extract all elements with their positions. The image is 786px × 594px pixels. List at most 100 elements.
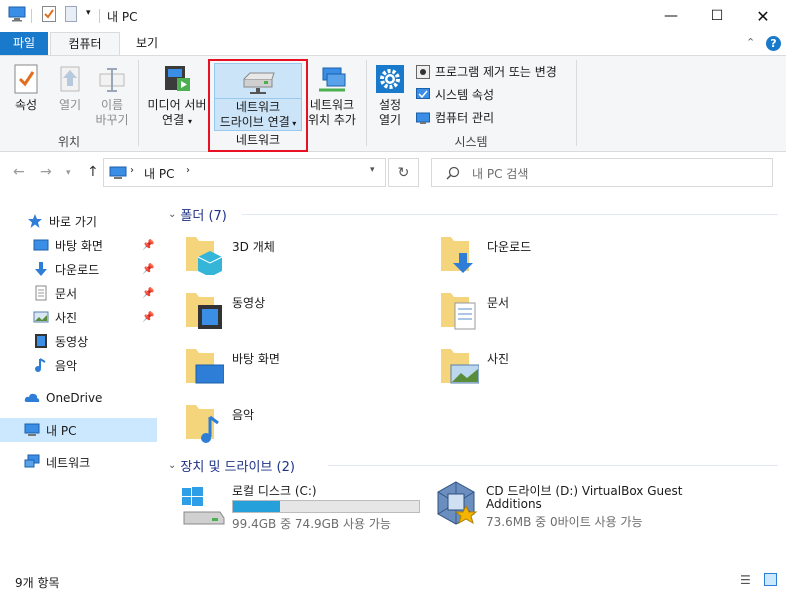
ribbon-separator	[576, 60, 577, 146]
folder-tile[interactable]: 바탕 화면	[184, 345, 384, 391]
folder-label: 음악	[232, 408, 255, 422]
recent-locations-icon[interactable]: ▾	[66, 168, 71, 178]
system-group-label: 시스템	[454, 135, 488, 149]
gear-icon	[376, 65, 404, 93]
properties-icon	[14, 64, 38, 94]
drive-tile-d[interactable]: CD 드라이브 (D:) VirtualBox Guest Additions …	[434, 480, 779, 532]
minimize-button[interactable]: —	[648, 0, 694, 32]
tab-file[interactable]: 파일	[0, 32, 48, 56]
uninstall-label: 프로그램 제거 또는 변경	[435, 65, 557, 79]
breadcrumb-this-pc[interactable]: 내 PC	[144, 165, 174, 182]
sidebar-quick-access[interactable]: 바로 가기	[0, 209, 157, 233]
media-server-button[interactable]: 미디어 서버 연결 ▾	[144, 64, 210, 129]
drive-name: 로컬 디스크 (C:)	[232, 484, 317, 498]
properties-button[interactable]: 속성	[6, 64, 46, 113]
add-network-location-button[interactable]: 네트워크 위치 추가	[306, 64, 358, 128]
3d-objects-folder-icon	[186, 237, 223, 275]
virtualbox-cd-icon	[437, 481, 478, 525]
sidebar-onedrive-label: OneDrive	[46, 391, 103, 405]
videos-icon	[35, 334, 47, 348]
star-icon	[28, 214, 42, 228]
customize-qa-icon[interactable]: ▾	[86, 8, 91, 18]
sidebar-item-pictures[interactable]: 사진 📌	[0, 305, 157, 329]
pin-icon: 📌	[142, 239, 155, 251]
refresh-button[interactable]: ↻	[388, 158, 419, 187]
collapse-ribbon-icon[interactable]: ⌃	[746, 36, 755, 49]
music-icon	[35, 358, 46, 372]
collapse-chevron-icon[interactable]: ⌄	[168, 460, 176, 471]
sidebar-item-label: 동영상	[55, 334, 89, 349]
breadcrumb-chevron-icon[interactable]: ›	[186, 165, 190, 176]
sidebar-item-documents[interactable]: 문서 📌	[0, 281, 157, 305]
details-view-icon[interactable]: ☰	[740, 573, 751, 587]
computer-management-button[interactable]: 컴퓨터 관리	[416, 108, 494, 128]
sidebar-this-pc[interactable]: 내 PC	[0, 418, 157, 442]
sidebar-quick-access-label: 바로 가기	[49, 214, 97, 229]
this-pc-address-icon	[109, 166, 127, 179]
open-button[interactable]: 열기	[50, 64, 90, 113]
address-bar[interactable]: › 내 PC › ▾	[103, 158, 386, 187]
system-properties-button[interactable]: 시스템 속성	[416, 85, 494, 105]
section-divider	[242, 214, 778, 215]
folder-label: 사진	[487, 352, 510, 366]
rename-label-2: 바꾸기	[95, 113, 129, 127]
pictures-icon	[33, 311, 49, 323]
sidebar-network[interactable]: 네트워크	[0, 450, 157, 474]
map-network-drive-button[interactable]: 네트워크 드라이브 연결 ▾ 네트워크	[208, 59, 308, 152]
folder-tile[interactable]: 음악	[184, 401, 384, 447]
rename-button[interactable]: 이름 바꾸기	[92, 64, 132, 128]
map-drive-icon-area	[214, 63, 302, 99]
sidebar-item-videos[interactable]: 동영상	[0, 329, 157, 353]
back-arrow-icon[interactable]: ←	[13, 164, 25, 180]
folder-tile[interactable]: 사진	[439, 345, 639, 391]
up-arrow-icon[interactable]: ↑	[87, 164, 99, 180]
sidebar-item-music[interactable]: 음악	[0, 353, 157, 377]
folder-tile[interactable]: 다운로드	[439, 233, 639, 279]
sidebar-item-downloads[interactable]: 다운로드 📌	[0, 257, 157, 281]
folder-label: 3D 개체	[232, 240, 275, 254]
large-icons-view-icon[interactable]	[764, 573, 777, 586]
maximize-button[interactable]: ☐	[694, 0, 740, 32]
ribbon: 속성 열기 이름 바꾸기 위치 미디어 서버 연결 ▾ 네트워크 드라이브 연결…	[0, 55, 786, 152]
documents-icon	[35, 285, 47, 301]
computer-management-label: 컴퓨터 관리	[435, 111, 495, 125]
collapse-chevron-icon[interactable]: ⌄	[168, 209, 176, 220]
folder-tile[interactable]: 3D 개체	[184, 233, 384, 279]
sidebar-item-label: 다운로드	[55, 262, 100, 277]
new-folder-qa-icon[interactable]	[65, 6, 77, 25]
close-button[interactable]: ✕	[740, 0, 786, 32]
address-dropdown-icon[interactable]: ▾	[370, 165, 375, 175]
search-box[interactable]: 내 PC 검색	[431, 158, 773, 187]
music-folder-icon	[186, 405, 219, 443]
tab-view[interactable]: 보기	[122, 32, 172, 56]
folders-section-title: 폴더 (7)	[180, 209, 227, 224]
properties-qa-icon[interactable]	[42, 6, 56, 25]
media-server-label-2: 연결	[162, 113, 185, 127]
folder-tile[interactable]: 문서	[439, 289, 639, 335]
properties-label: 속성	[14, 98, 38, 112]
folder-label: 문서	[487, 296, 510, 310]
sidebar-item-label: 음악	[55, 358, 78, 373]
desktop-icon	[33, 239, 49, 251]
add-location-label-1: 네트워크	[309, 98, 355, 112]
tab-computer[interactable]: 컴퓨터	[50, 32, 120, 56]
folders-section-header[interactable]: ⌄ 폴더 (7)	[168, 205, 227, 224]
item-count: 9개 항목	[15, 576, 60, 590]
forward-arrow-icon[interactable]: →	[40, 164, 52, 180]
open-settings-button[interactable]: 설정 열기	[372, 64, 408, 128]
sidebar-onedrive[interactable]: OneDrive	[0, 386, 157, 410]
folder-tile[interactable]: 동영상	[184, 289, 384, 335]
help-icon[interactable]: ?	[766, 36, 781, 51]
drives-section-header[interactable]: ⌄ 장치 및 드라이브 (2)	[168, 456, 295, 475]
rename-label-1: 이름	[100, 98, 124, 112]
sidebar-item-desktop[interactable]: 바탕 화면 📌	[0, 233, 157, 257]
desktop-folder-icon	[186, 349, 224, 384]
map-drive-label-area[interactable]: 네트워크 드라이브 연결 ▾	[214, 99, 302, 131]
add-location-label-2: 위치 추가	[308, 113, 356, 127]
drive-tile-c[interactable]: 로컬 디스크 (C:) 99.4GB 중 74.9GB 사용 가능	[180, 480, 425, 532]
drive-name-line-2: Additions	[486, 497, 542, 511]
network-icon	[24, 454, 40, 468]
ribbon-tabs: 파일 컴퓨터 보기 ⌃ ?	[0, 32, 786, 56]
breadcrumb-chevron-icon[interactable]: ›	[130, 165, 134, 176]
uninstall-program-button[interactable]: 프로그램 제거 또는 변경	[416, 62, 557, 82]
